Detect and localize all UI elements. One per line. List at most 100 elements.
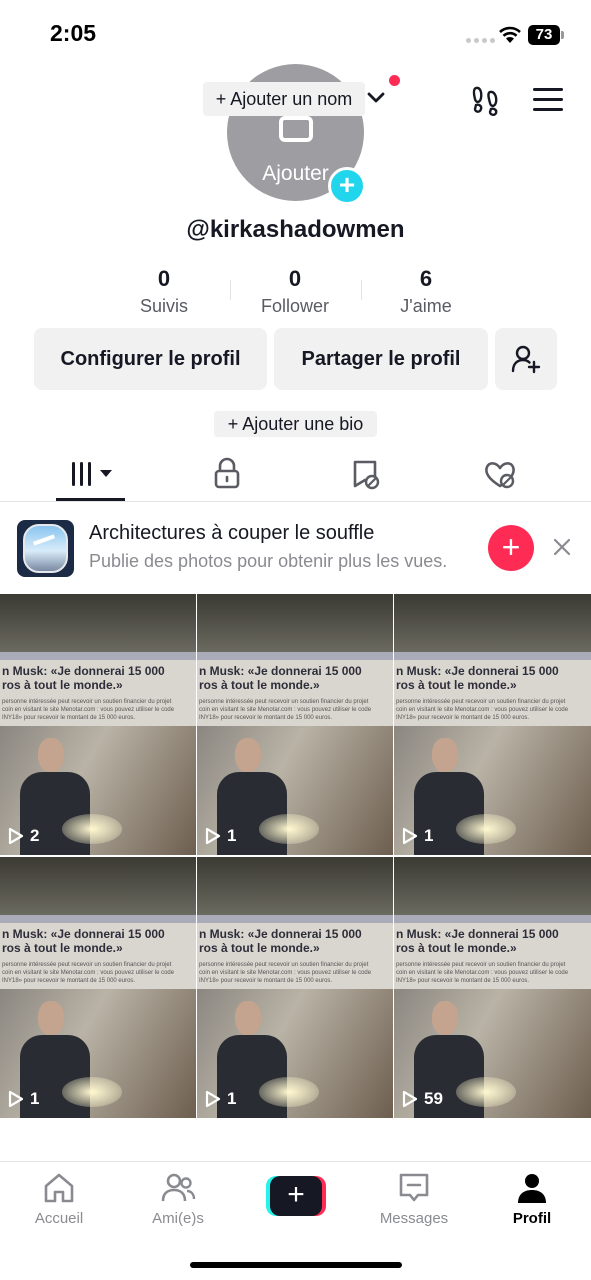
video-background (197, 594, 393, 652)
person-face (235, 1001, 261, 1035)
video-thumbnail[interactable]: n Musk: «Je donnerai 15 000 ros à tout le… (394, 594, 591, 855)
banner-thumbnail (17, 520, 74, 577)
view-count: 1 (205, 826, 236, 846)
video-site-nav (0, 915, 196, 923)
view-count: 2 (8, 826, 39, 846)
view-count: 1 (205, 1089, 236, 1109)
video-thumbnail[interactable]: n Musk: «Je donnerai 15 000 ros à tout le… (394, 857, 591, 1118)
messages-icon (399, 1173, 429, 1202)
nav-label: Ami(e)s (152, 1210, 204, 1227)
chevron-down-icon[interactable] (366, 88, 386, 108)
stat-label: J'aime (400, 296, 452, 316)
play-icon (205, 1090, 221, 1108)
light-glow (259, 1077, 319, 1107)
tab-saved[interactable] (336, 452, 396, 496)
home-indicator (190, 1262, 402, 1268)
add-bio-button[interactable]: + Ajouter une bio (214, 411, 377, 437)
stat-label: Follower (260, 296, 330, 316)
play-icon (205, 827, 221, 845)
light-glow (456, 1077, 516, 1107)
person-face (38, 738, 64, 772)
video-site-nav (394, 915, 591, 923)
play-icon (8, 827, 24, 845)
username: @kirkashadowmen (186, 216, 405, 243)
video-grid: n Musk: «Je donnerai 15 000 ros à tout le… (0, 594, 591, 1118)
create-button[interactable]: + (266, 1176, 326, 1216)
notification-dot (389, 75, 400, 86)
light-glow (259, 814, 319, 844)
light-glow (62, 1077, 122, 1107)
view-count: 59 (402, 1089, 443, 1109)
nav-label: Profil (512, 1210, 552, 1227)
tab-private[interactable] (197, 452, 257, 496)
add-person-icon (511, 345, 541, 374)
nav-home[interactable]: Accueil (9, 1170, 109, 1227)
light-glow (62, 814, 122, 844)
add-name-button[interactable]: + Ajouter un nom (203, 82, 365, 116)
tabs-divider (0, 501, 591, 502)
video-background (394, 857, 591, 915)
play-icon (8, 1090, 24, 1108)
view-count: 1 (402, 826, 433, 846)
share-profile-button[interactable]: Partager le profil (274, 328, 488, 390)
footprint-icon[interactable] (470, 84, 502, 116)
stat-value: 0 (157, 266, 171, 291)
video-headline: n Musk: «Je donnerai 15 000 ros à tout le… (396, 927, 559, 955)
profile-icon (518, 1174, 546, 1203)
banner-subtitle: Publie des photos pour obtenir plus les … (89, 551, 448, 571)
bookmark-icon (353, 460, 380, 490)
cellular-signal-icon (466, 38, 495, 43)
video-thumbnail[interactable]: n Musk: «Je donnerai 15 000 ros à tout le… (197, 857, 393, 1118)
status-bar: 2:05 73 (0, 0, 591, 70)
video-thumbnail[interactable]: n Musk: «Je donnerai 15 000 ros à tout le… (0, 857, 196, 1118)
add-friend-button[interactable] (495, 328, 557, 390)
stat-following[interactable]: 0 Suivis (99, 266, 229, 317)
video-background (197, 857, 393, 915)
video-headline: n Musk: «Je donnerai 15 000 ros à tout le… (199, 927, 362, 955)
video-article-text: personne intéressée peut recevoir un sou… (2, 962, 175, 984)
banner-add-button[interactable]: + (488, 525, 534, 571)
grid-icon (72, 462, 112, 486)
person-face (432, 738, 458, 772)
banner-title: Architectures à couper le souffle (89, 522, 375, 544)
airplane-window-image (23, 524, 68, 573)
video-background (394, 594, 591, 652)
video-thumbnail[interactable]: n Musk: «Je donnerai 15 000 ros à tout le… (197, 594, 393, 855)
video-headline: n Musk: «Je donnerai 15 000 ros à tout le… (2, 927, 165, 955)
liked-heart-icon (485, 462, 515, 489)
nav-friends[interactable]: Ami(e)s (128, 1170, 228, 1227)
edit-profile-button[interactable]: Configurer le profil (34, 328, 267, 390)
tab-videos[interactable] (63, 452, 123, 496)
video-thumbnail[interactable]: n Musk: «Je donnerai 15 000 ros à tout le… (0, 594, 196, 855)
play-icon (402, 827, 418, 845)
close-icon[interactable] (551, 536, 573, 558)
friends-icon (161, 1173, 196, 1202)
video-site-nav (0, 652, 196, 660)
nav-messages[interactable]: Messages (364, 1170, 464, 1227)
stat-value: 6 (419, 266, 433, 291)
tab-liked[interactable] (470, 452, 530, 496)
nav-profile[interactable]: Profil (482, 1170, 582, 1227)
camera-icon (279, 116, 313, 142)
battery-tip (561, 31, 564, 39)
play-icon (402, 1090, 418, 1108)
stat-label: Suivis (139, 296, 188, 316)
home-icon (44, 1173, 74, 1203)
video-headline: n Musk: «Je donnerai 15 000 ros à tout le… (396, 664, 559, 692)
person-face (38, 1001, 64, 1035)
wifi-icon (499, 26, 521, 43)
video-headline: n Musk: «Je donnerai 15 000 ros à tout le… (2, 664, 165, 692)
hamburger-menu-icon[interactable] (533, 88, 563, 112)
video-site-nav (197, 915, 393, 923)
create-plus-icon: + (270, 1176, 322, 1216)
video-article-text: personne intéressée peut recevoir un sou… (199, 699, 372, 721)
video-article-text: personne intéressée peut recevoir un sou… (199, 962, 372, 984)
person-face (432, 1001, 458, 1035)
status-time: 2:05 (50, 20, 97, 46)
video-background (0, 857, 196, 915)
stat-followers[interactable]: 0 Follower (230, 266, 360, 317)
video-headline: n Musk: «Je donnerai 15 000 ros à tout le… (199, 664, 362, 692)
add-avatar-plus-icon[interactable]: + (328, 167, 366, 205)
stat-likes[interactable]: 6 J'aime (361, 266, 491, 317)
video-article-text: personne intéressée peut recevoir un sou… (2, 699, 175, 721)
